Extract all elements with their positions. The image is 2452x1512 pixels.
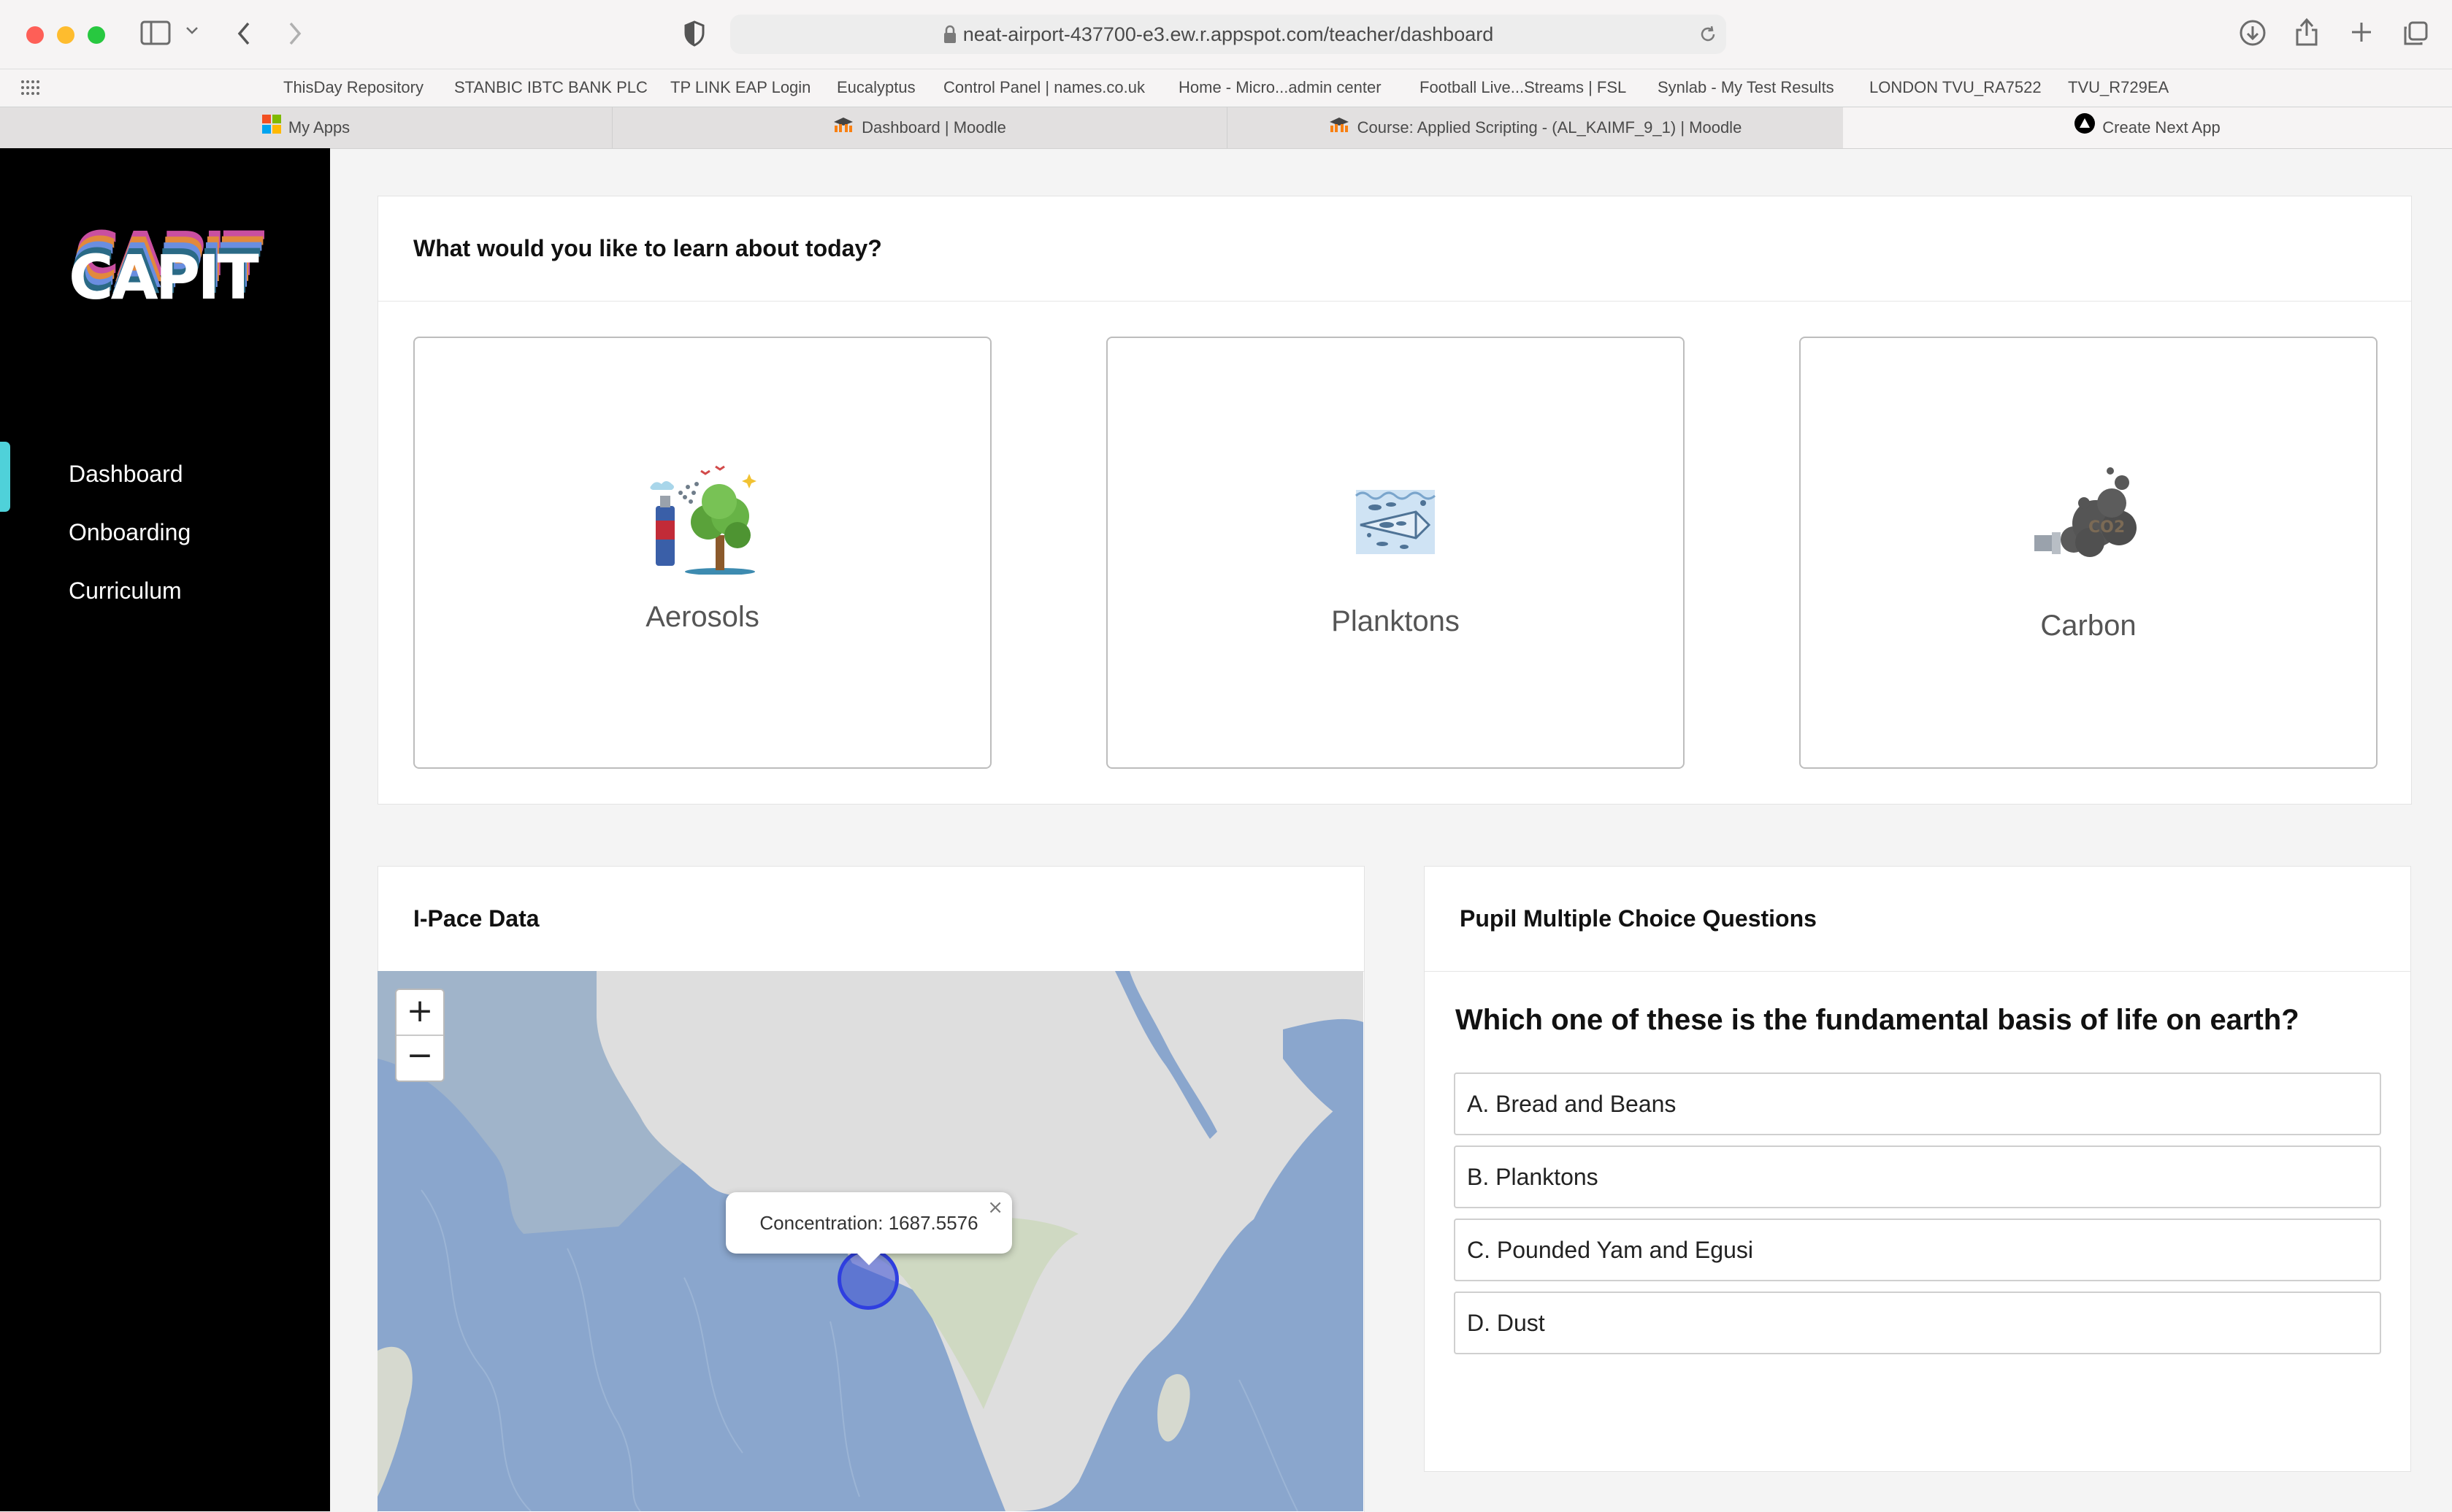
maximize-window-button[interactable]	[88, 26, 105, 44]
moodle-icon	[832, 108, 854, 149]
mcq-card: Pupil Multiple Choice Questions Which on…	[1424, 866, 2411, 1472]
bookmark-item[interactable]: Football Live...Streams | FSL	[1420, 69, 1626, 106]
mcq-question: Which one of these is the fundamental ba…	[1455, 1004, 2299, 1036]
bookmark-item[interactable]: Eucalyptus	[837, 69, 916, 106]
concentration-popup: Concentration: 1687.5576 ×	[726, 1192, 1012, 1265]
tab-label: Dashboard | Moodle	[862, 118, 1006, 137]
new-tab-icon[interactable]	[2350, 20, 2373, 47]
svg-text:CO2: CO2	[2088, 518, 2125, 537]
reload-icon[interactable]	[1698, 25, 1717, 47]
browser-tab-bar: My Apps Dashboard | Moodle Course: Appli…	[0, 107, 2452, 149]
aerosol-tree-icon	[648, 464, 756, 578]
url-text: neat-airport-437700-e3.ew.r.appspot.com/…	[962, 23, 1494, 45]
forward-icon[interactable]	[286, 20, 304, 50]
topic-label: Planktons	[1331, 605, 1460, 637]
tab-my-apps[interactable]: My Apps	[0, 107, 613, 148]
sidebar-toggle-icon[interactable]	[140, 20, 171, 48]
moodle-icon	[1328, 108, 1350, 149]
back-icon[interactable]	[235, 20, 253, 50]
chevron-down-icon[interactable]	[185, 25, 199, 39]
topic-label: Carbon	[2040, 610, 2137, 642]
tab-label: My Apps	[288, 118, 350, 137]
topic-card-planktons[interactable]: Planktons	[1106, 337, 1685, 769]
bookmark-item[interactable]: STANBIC IBTC BANK PLC	[454, 69, 648, 106]
close-window-button[interactable]	[26, 26, 44, 44]
option-label: B. Planktons	[1467, 1164, 1598, 1190]
topic-label: Aerosols	[645, 601, 759, 633]
address-bar[interactable]: neat-airport-437700-e3.ew.r.appspot.com/…	[730, 15, 1726, 54]
zoom-out-button[interactable]: −	[396, 1035, 443, 1079]
popup-text: Concentration: 1687.5576	[759, 1212, 978, 1234]
zoom-in-button[interactable]: +	[396, 990, 443, 1036]
capit-logo[interactable]: CAPIT CAPIT CAPIT CAPIT CAPIT	[67, 218, 267, 313]
mcq-option-b[interactable]: B. Planktons	[1454, 1145, 2381, 1208]
sidebar-item-curriculum[interactable]: Curriculum	[69, 577, 182, 605]
topic-card-aerosols[interactable]: Aerosols	[413, 337, 992, 769]
bookmark-item[interactable]: LONDON TVU_RA7522	[1869, 69, 2042, 106]
nextjs-icon	[2074, 108, 2096, 149]
bookmark-item[interactable]: TVU_R729EA	[2068, 69, 2169, 106]
active-nav-indicator	[0, 442, 10, 512]
ipace-card-title: I-Pace Data	[413, 905, 540, 932]
option-label: C. Pounded Yam and Egusi	[1467, 1237, 1753, 1263]
map-view[interactable]: + − Concentration: 1687.5576 ×	[378, 971, 1363, 1511]
co2-smoke-icon: CO2	[2033, 461, 2147, 567]
privacy-shield-icon[interactable]	[683, 20, 705, 50]
topics-card-title: What would you like to learn about today…	[413, 235, 882, 261]
microsoft-logo-icon	[261, 108, 281, 149]
browser-titlebar: neat-airport-437700-e3.ew.r.appspot.com/…	[0, 0, 2452, 69]
sidebar-item-dashboard[interactable]: Dashboard	[69, 461, 183, 488]
tab-label: Create Next App	[2102, 118, 2221, 137]
ipace-card-header: I-Pace Data	[378, 867, 1364, 972]
bookmarks-bar: ThisDay Repository STANBIC IBTC BANK PLC…	[0, 69, 2452, 106]
option-label: D. Dust	[1467, 1310, 1545, 1336]
topic-card-carbon[interactable]: CO2 Carbon	[1799, 337, 2378, 769]
mcq-card-header: Pupil Multiple Choice Questions	[1425, 867, 2410, 972]
downloads-icon[interactable]	[2239, 19, 2267, 50]
sidebar-item-onboarding[interactable]: Onboarding	[69, 519, 191, 546]
plankton-icon	[1353, 484, 1438, 561]
tab-create-next-app[interactable]: Create Next App	[1843, 107, 2452, 148]
sidebar: CAPIT CAPIT CAPIT CAPIT CAPIT Dashboard …	[0, 148, 330, 1511]
bookmark-item[interactable]: Control Panel | names.co.uk	[943, 69, 1145, 106]
tab-moodle-dashboard[interactable]: Dashboard | Moodle	[612, 107, 1227, 148]
apps-grid-icon[interactable]	[20, 80, 39, 99]
bookmark-item[interactable]: Home - Micro...admin center	[1179, 69, 1382, 106]
option-label: A. Bread and Beans	[1467, 1091, 1677, 1117]
popup-tip	[857, 1254, 881, 1265]
mcq-option-a[interactable]: A. Bread and Beans	[1454, 1072, 2381, 1135]
bookmark-item[interactable]: Synlab - My Test Results	[1658, 69, 1834, 106]
mcq-option-c[interactable]: C. Pounded Yam and Egusi	[1454, 1219, 2381, 1281]
tab-label: Course: Applied Scripting - (AL_KAIMF_9_…	[1357, 118, 1742, 137]
mcq-option-d[interactable]: D. Dust	[1454, 1292, 2381, 1354]
topics-card-header: What would you like to learn about today…	[378, 196, 2411, 302]
tab-overview-icon[interactable]	[2402, 20, 2429, 50]
popup-close-button[interactable]: ×	[987, 1197, 1003, 1219]
zoom-control: + −	[395, 989, 445, 1082]
tab-moodle-course[interactable]: Course: Applied Scripting - (AL_KAIMF_9_…	[1227, 107, 1844, 148]
svg-text:CAPIT: CAPIT	[69, 242, 258, 309]
mcq-card-title: Pupil Multiple Choice Questions	[1460, 905, 1817, 932]
share-icon[interactable]	[2294, 16, 2319, 50]
bookmark-item[interactable]: TP LINK EAP Login	[670, 69, 811, 106]
minimize-window-button[interactable]	[57, 26, 74, 44]
bookmark-item[interactable]: ThisDay Repository	[283, 69, 424, 106]
